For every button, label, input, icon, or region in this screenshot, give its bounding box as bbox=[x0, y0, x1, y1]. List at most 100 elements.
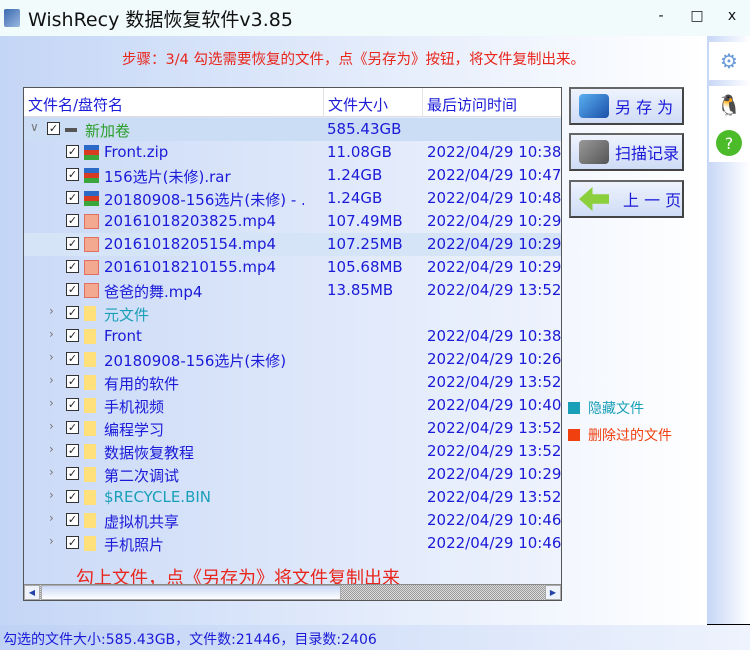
camcorder-icon bbox=[579, 140, 609, 164]
table-row[interactable]: ✓ 爸爸的舞.mp4 13.85MB 2022/04/29 13:52: bbox=[24, 279, 561, 302]
file-size: 13.85MB bbox=[327, 281, 394, 299]
file-name: 手机视频 bbox=[104, 398, 165, 416]
table-row[interactable]: ✓ 156选片(未修).rar 1.24GB 2022/04/29 10:47: bbox=[24, 164, 561, 187]
expand-toggle[interactable]: › bbox=[49, 373, 54, 387]
file-time: 2022/04/29 10:40: bbox=[427, 396, 561, 414]
file-name: 手机照片 bbox=[104, 536, 165, 554]
status-bar: 勾选的文件大小:585.43GB，文件数:21446，目录数:2406 bbox=[0, 625, 750, 650]
folder-icon bbox=[84, 513, 96, 528]
table-row[interactable]: › ✓ 虚拟机共享 2022/04/29 10:46: bbox=[24, 509, 561, 532]
expand-toggle[interactable]: › bbox=[49, 534, 54, 548]
row-checkbox[interactable]: ✓ bbox=[66, 467, 79, 480]
file-name: Front bbox=[104, 327, 142, 345]
table-row[interactable]: ✓ 20180908-156选片(未修) - ... 1.24GB 2022/04/2… bbox=[24, 187, 561, 210]
table-row[interactable]: › ✓ 第二次调试 2022/04/29 10:29: bbox=[24, 463, 561, 486]
scroll-thumb[interactable] bbox=[41, 585, 341, 600]
settings-icon[interactable]: ⚙ bbox=[709, 42, 749, 80]
column-header-name[interactable]: 文件名/盘符名 bbox=[28, 94, 123, 115]
title-bar: WishRecy 数据恢复软件v3.85 - □ x bbox=[0, 0, 750, 36]
scroll-right-button[interactable]: ▶ bbox=[545, 585, 561, 600]
folder-icon bbox=[84, 467, 96, 482]
expand-toggle[interactable]: › bbox=[49, 396, 54, 410]
column-header-time[interactable]: 最后访问时间 bbox=[427, 94, 517, 115]
archive-icon bbox=[84, 168, 99, 183]
legend-hidden-label: 隐藏文件 bbox=[588, 401, 644, 417]
file-size: 107.25MB bbox=[327, 235, 403, 253]
row-checkbox[interactable]: ✓ bbox=[66, 513, 79, 526]
scroll-left-button[interactable]: ◀ bbox=[24, 585, 40, 600]
save-as-button[interactable]: 另 存 为 bbox=[569, 87, 684, 125]
row-checkbox[interactable]: ✓ bbox=[66, 421, 79, 434]
table-row[interactable]: › ✓ 有用的软件 2022/04/29 13:52: bbox=[24, 371, 561, 394]
table-row[interactable]: › ✓ 数据恢复教程 2022/04/29 13:52: bbox=[24, 440, 561, 463]
row-checkbox[interactable]: ✓ bbox=[66, 145, 79, 158]
row-checkbox[interactable]: ✓ bbox=[66, 306, 79, 319]
row-checkbox[interactable]: ✓ bbox=[66, 260, 79, 273]
table-row[interactable]: › ✓ 手机视频 2022/04/29 10:40: bbox=[24, 394, 561, 417]
file-time: 2022/04/29 10:29: bbox=[427, 235, 561, 253]
table-row[interactable]: › ✓ $RECYCLE.BIN 2022/04/29 13:52: bbox=[24, 486, 561, 509]
prev-page-button[interactable]: 上 一 页 bbox=[569, 180, 684, 218]
maximize-button[interactable]: □ bbox=[687, 8, 707, 24]
horizontal-scrollbar[interactable]: ◀ ▶ bbox=[24, 584, 561, 600]
file-time: 2022/04/29 10:46: bbox=[427, 511, 561, 529]
file-name: 元文件 bbox=[104, 306, 150, 324]
expand-toggle[interactable]: › bbox=[49, 488, 54, 502]
table-row[interactable]: › ✓ Front 2022/04/29 10:38: bbox=[24, 325, 561, 348]
row-checkbox[interactable]: ✓ bbox=[66, 490, 79, 503]
scan-record-button[interactable]: 扫描记录 bbox=[569, 133, 684, 171]
row-checkbox[interactable]: ✓ bbox=[47, 122, 60, 135]
row-checkbox[interactable]: ✓ bbox=[66, 191, 79, 204]
file-time: 2022/04/29 13:52: bbox=[427, 281, 561, 299]
expand-toggle[interactable]: › bbox=[49, 419, 54, 433]
file-time: 2022/04/29 10:29: bbox=[427, 258, 561, 276]
file-name: 第二次调试 bbox=[104, 467, 180, 485]
row-checkbox[interactable]: ✓ bbox=[66, 283, 79, 296]
table-row[interactable]: ✓ 20161018210155.mp4 105.68MB 2022/04/29 10… bbox=[24, 256, 561, 279]
mp4-file-icon bbox=[84, 237, 99, 252]
file-size: 105.68MB bbox=[327, 258, 403, 276]
row-checkbox[interactable]: ✓ bbox=[66, 168, 79, 181]
folder-icon bbox=[84, 398, 96, 413]
file-name: 数据恢复教程 bbox=[104, 444, 195, 462]
close-button[interactable]: x bbox=[722, 8, 742, 24]
row-checkbox[interactable]: ✓ bbox=[66, 214, 79, 227]
qq-icon[interactable]: 🐧 bbox=[709, 86, 749, 124]
table-row[interactable]: › ✓ 20180908-156选片(未修) 2022/04/29 10:26: bbox=[24, 348, 561, 371]
expand-toggle[interactable]: ∨ bbox=[30, 120, 39, 134]
file-time: 2022/04/29 10:29: bbox=[427, 212, 561, 230]
minimize-button[interactable]: - bbox=[651, 8, 671, 24]
expand-toggle[interactable]: › bbox=[49, 350, 54, 364]
file-time: 2022/04/29 13:52: bbox=[427, 419, 561, 437]
row-checkbox[interactable]: ✓ bbox=[66, 375, 79, 388]
table-row[interactable]: › ✓ 编程学习 2022/04/29 13:52: bbox=[24, 417, 561, 440]
table-row[interactable]: ✓ Front.zip 11.08GB 2022/04/29 10:38: bbox=[24, 141, 561, 164]
expand-toggle[interactable]: › bbox=[49, 327, 54, 341]
table-row[interactable]: › ✓ 手机照片 2022/04/29 10:46: bbox=[24, 532, 561, 555]
expand-toggle[interactable]: › bbox=[49, 442, 54, 456]
row-checkbox[interactable]: ✓ bbox=[66, 444, 79, 457]
file-name: 20180908-156选片(未修) bbox=[104, 352, 287, 370]
row-checkbox[interactable]: ✓ bbox=[66, 352, 79, 365]
column-header-size[interactable]: 文件大小 bbox=[328, 94, 388, 115]
table-row[interactable]: ∨ ✓ 新加卷 585.43GB bbox=[24, 118, 561, 141]
row-checkbox[interactable]: ✓ bbox=[66, 398, 79, 411]
expand-toggle[interactable]: › bbox=[49, 304, 54, 318]
archive-icon bbox=[84, 191, 99, 206]
step-instruction: 步骤：3/4 勾选需要恢复的文件，点《另存为》按钮，将文件复制出来。 bbox=[122, 52, 585, 68]
expand-toggle[interactable]: › bbox=[49, 511, 54, 525]
row-checkbox[interactable]: ✓ bbox=[66, 536, 79, 549]
file-name: 新加卷 bbox=[85, 122, 131, 140]
expand-toggle[interactable]: › bbox=[49, 465, 54, 479]
mp4-file-icon bbox=[84, 214, 99, 229]
table-row[interactable]: ✓ 20161018205154.mp4 107.25MB 2022/04/29 10… bbox=[24, 233, 561, 256]
table-row[interactable]: ✓ 20161018203825.mp4 107.49MB 2022/04/29 10… bbox=[24, 210, 561, 233]
help-icon[interactable]: ? bbox=[709, 124, 749, 162]
file-time: 2022/04/29 13:52: bbox=[427, 442, 561, 460]
row-checkbox[interactable]: ✓ bbox=[66, 329, 79, 342]
legend-deleted: 删除过的文件 bbox=[568, 425, 672, 445]
table-row[interactable]: › ✓ 元文件 bbox=[24, 302, 561, 325]
file-time: 2022/04/29 10:38: bbox=[427, 143, 561, 161]
file-name: 20161018205154.mp4 bbox=[104, 235, 277, 253]
row-checkbox[interactable]: ✓ bbox=[66, 237, 79, 250]
